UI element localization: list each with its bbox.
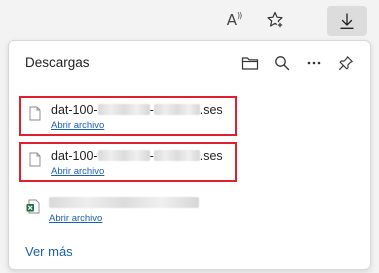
panel-actions [236,51,360,75]
generic-file-icon [29,152,41,167]
downloads-panel: Descargas dat-100- - .ses Abrir archivo … [8,40,371,270]
download-file-name [49,196,199,210]
download-item[interactable]: dat-100- - .ses Abrir archivo [19,142,237,182]
redacted-text [49,197,199,208]
panel-title: Descargas [25,55,90,70]
generic-file-icon [29,106,41,121]
redacted-text [153,104,200,115]
redacted-text [153,150,200,161]
redacted-text [97,104,150,115]
add-favorite-button[interactable] [259,6,291,34]
open-folder-icon [241,57,259,70]
download-file-name: dat-100- - .ses [51,103,223,117]
download-item[interactable]: Abrir archivo [19,191,239,227]
excel-file-icon [26,199,40,214]
download-item[interactable]: dat-100- - .ses Abrir archivo [19,96,237,136]
add-favorite-icon [267,11,284,29]
redacted-text [97,150,150,161]
search-downloads-button[interactable] [268,51,296,75]
pin-panel-button[interactable] [332,51,360,75]
more-options-button[interactable] [300,51,328,75]
read-aloud-icon: A)) [226,11,243,29]
more-options-icon [307,61,321,65]
downloads-button[interactable] [327,6,367,36]
download-file-name: dat-100- - .ses [51,149,223,163]
read-aloud-button[interactable]: A)) [218,6,250,34]
download-arrow-icon [340,13,354,29]
pin-icon [339,56,353,70]
open-file-link[interactable]: Abrir archivo [51,120,104,131]
browser-toolbar: A)) [0,0,379,40]
search-icon [275,56,290,71]
open-file-link[interactable]: Abrir archivo [51,166,104,177]
open-folder-button[interactable] [236,51,264,75]
open-file-link[interactable]: Abrir archivo [49,213,102,224]
see-more-link[interactable]: Ver más [25,244,73,259]
